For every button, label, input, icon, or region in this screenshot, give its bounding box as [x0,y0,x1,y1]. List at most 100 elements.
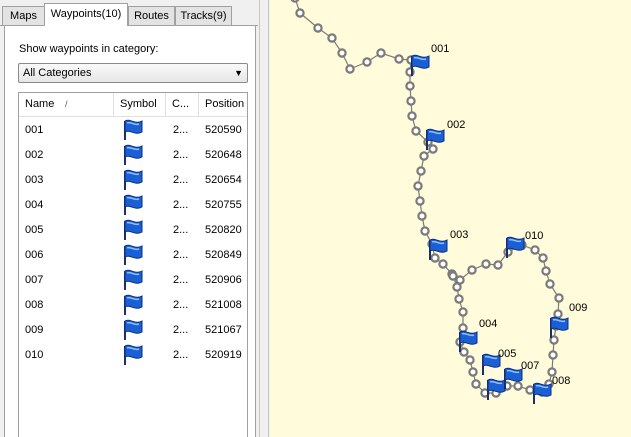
track-point [458,307,468,317]
blue-flag-icon [121,242,145,266]
waypoint-marker: 001 [411,43,449,76]
table-row[interactable]: 003 2... 520654 [19,167,247,192]
tab-waypoints[interactable]: Waypoints(10) [44,3,128,26]
track-point [295,8,305,18]
blue-flag-icon [121,167,145,191]
waypoint-position: 520755 [205,199,242,211]
track-point [313,23,323,33]
table-row[interactable]: 005 2... 520820 [19,217,247,242]
table-row[interactable]: 007 2... 520906 [19,267,247,292]
category-dropdown[interactable]: All Categories ▼ [18,63,248,83]
waypoint-position: 520849 [205,249,242,261]
table-row[interactable]: 002 2... 520648 [19,142,247,167]
column-header-name-label: Name [25,98,55,110]
waypoint-name: 002 [25,149,44,161]
track-point [458,323,468,333]
waypoint-label: 010 [525,230,543,242]
waypoint-category: 2... [173,299,189,311]
column-header-symbol[interactable]: Symbol [114,93,166,116]
blue-flag-icon [121,142,145,166]
track-point [411,126,421,136]
waypoint-position: 520654 [205,174,242,186]
track-point [430,253,440,263]
track-point [405,81,415,91]
waypoint-name: 006 [25,249,44,261]
waypoint-category: 2... [173,249,189,261]
blue-flag-icon [121,292,145,316]
waypoints-list[interactable]: Name / Symbol C... Position 001 2... 52059… [18,92,248,437]
track-point [541,266,551,276]
table-row[interactable]: 008 2... 521008 [19,292,247,317]
table-row[interactable]: 009 2... 521067 [19,317,247,342]
tab-tracks[interactable]: Tracks(9) [175,6,232,25]
tab-maps[interactable]: Maps [2,6,45,25]
waypoint-label: 001 [431,43,449,55]
waypoint-position: 520906 [205,274,242,286]
track-point [394,54,404,64]
column-header-category[interactable]: C... [166,93,199,116]
track-point [493,260,503,270]
waypoint-category: 2... [173,274,189,286]
track-point [407,111,417,121]
waypoint-layer: 001002003004005006007008009010 [411,43,587,404]
blue-flag-icon [121,192,145,216]
track-point [420,226,430,236]
splitter-line [268,0,269,437]
waypoint-name: 004 [25,199,44,211]
track-point [415,196,425,206]
waypoint-category: 2... [173,174,189,186]
panel-splitter[interactable] [258,0,270,437]
map-canvas[interactable]: 001002003004005006007008009010 [270,0,631,437]
waypoint-label: 009 [569,302,587,314]
category-label: Show waypoints in category: [19,43,159,55]
track-point [525,385,535,395]
track-point [452,282,462,292]
waypoints-tab-content: Show waypoints in category: All Categori… [4,26,256,437]
track-point [376,48,386,58]
track-point [530,245,540,255]
track-point [413,181,423,191]
track-point [467,265,477,275]
track-point [290,0,300,3]
waypoint-position: 520820 [205,224,242,236]
waypoint-category: 2... [173,149,189,161]
column-header-name[interactable]: Name / [19,93,114,116]
blue-flag-icon [121,267,145,291]
waypoint-label: 002 [447,119,465,131]
track-point [362,57,372,67]
waypoint-marker: 004 [459,318,497,352]
waypoint-label: 004 [479,318,497,330]
waypoint-name: 001 [25,124,44,136]
table-row[interactable]: 001 2... 520590 [19,117,247,142]
table-row[interactable]: 010 2... 520919 [19,342,247,367]
waypoint-position: 520919 [205,349,242,361]
track-point [327,33,337,43]
waypoint-label: 007 [521,360,539,372]
waypoint-position: 520590 [205,124,242,136]
waypoint-name: 005 [25,224,44,236]
table-row[interactable]: 004 2... 520755 [19,192,247,217]
track-point [428,144,438,154]
track-point [345,64,355,74]
track-point [538,253,548,263]
waypoint-category: 2... [173,349,189,361]
blue-flag-icon [121,217,145,241]
waypoints-panel: Maps Waypoints(10) Routes Tracks(9) Show… [0,0,258,437]
track-point [417,211,427,221]
waypoint-category: 2... [173,324,189,336]
waypoint-category: 2... [173,124,189,136]
column-header-position[interactable]: Position [199,93,247,116]
waypoint-label: 008 [552,375,570,387]
map-view[interactable]: 001002003004005006007008009010 [270,0,631,437]
track-point [471,379,481,389]
waypoint-category: 2... [173,199,189,211]
waypoint-name: 007 [25,274,44,286]
tab-routes[interactable]: Routes [128,6,175,25]
waypoint-name: 010 [25,349,44,361]
blue-flag-icon [121,117,145,141]
table-row[interactable]: 006 2... 520849 [19,242,247,267]
track-point [416,166,426,176]
track-point [454,294,464,304]
sort-indicator-icon: / [65,99,68,109]
track-point [448,271,458,281]
